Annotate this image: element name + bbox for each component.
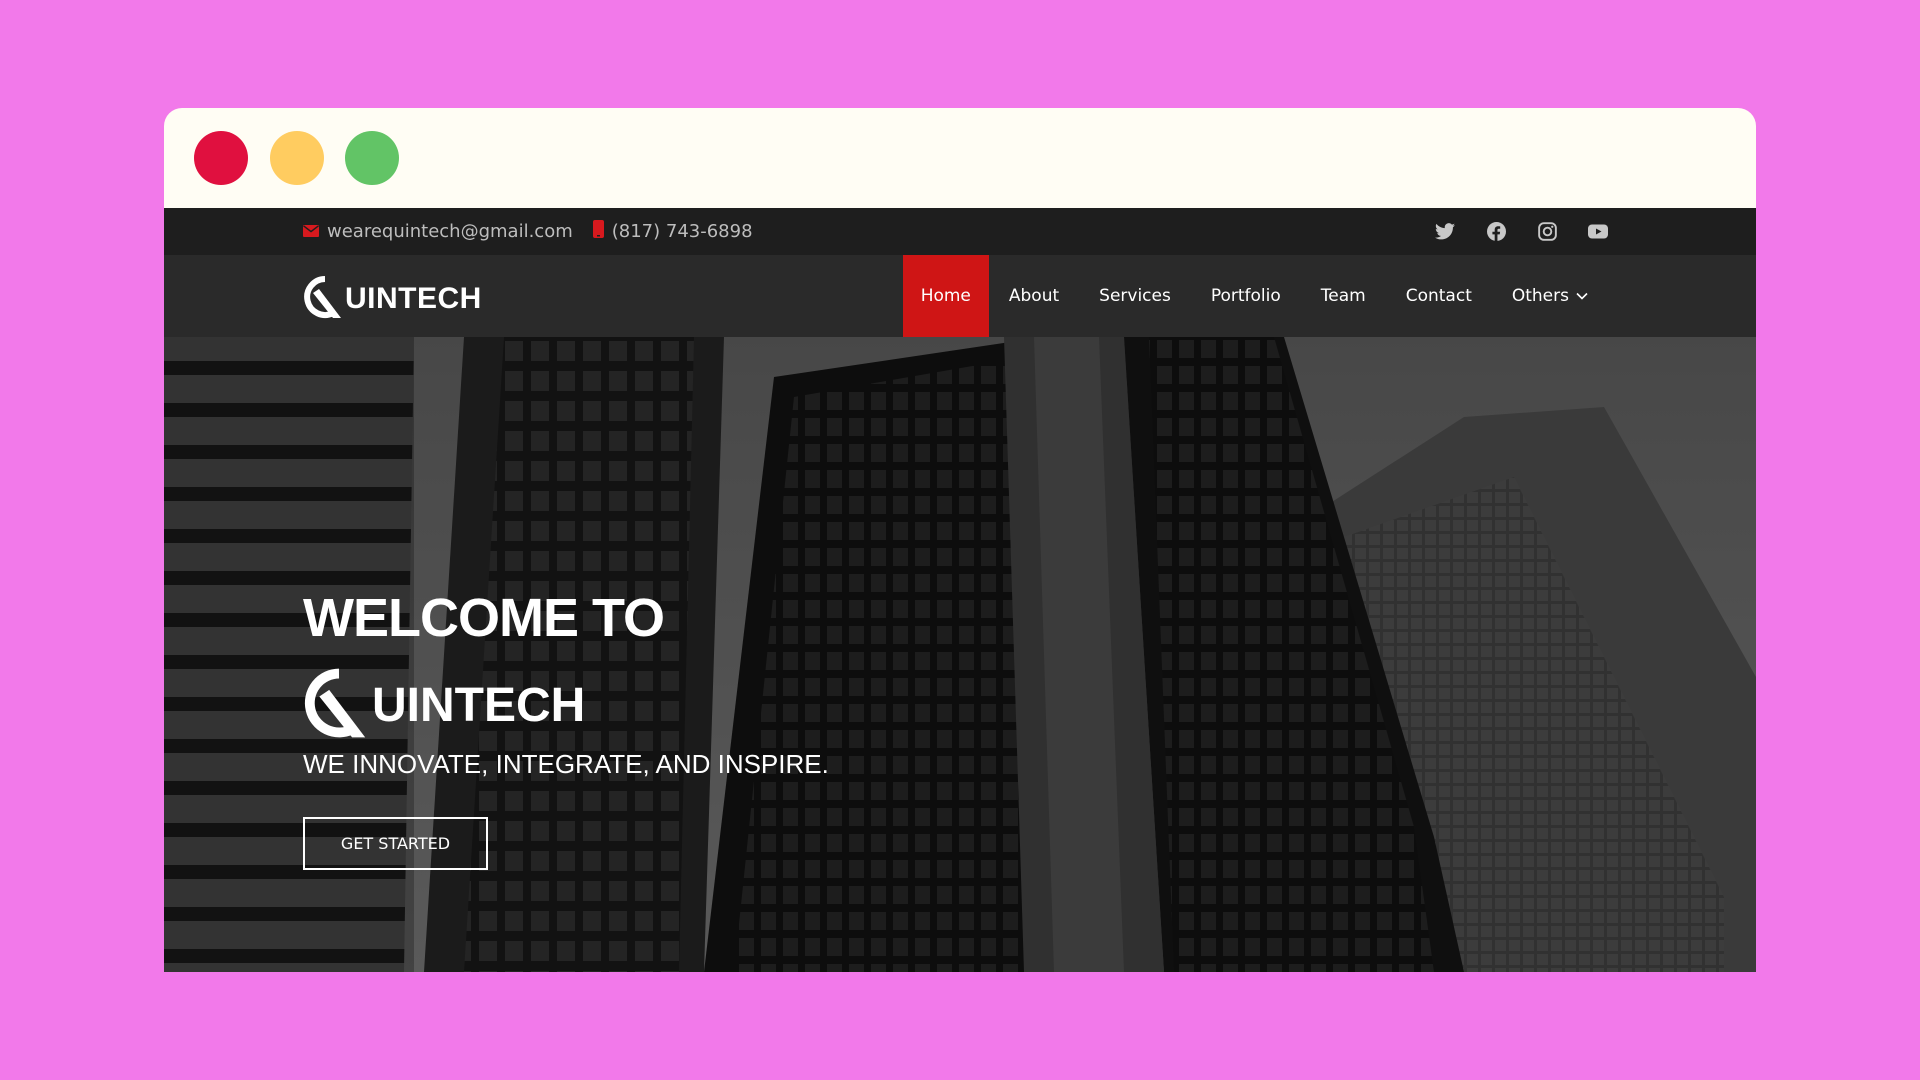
main-navbar: UINTECH Home About Services Portfolio Te… xyxy=(164,255,1756,337)
email-text: wearequintech@gmail.com xyxy=(327,221,573,242)
nav-item-others[interactable]: Others xyxy=(1492,255,1608,337)
instagram-icon[interactable] xyxy=(1537,222,1557,242)
hero-content: WELCOME TO UINTECH WE INNOVATE, INTEGRAT… xyxy=(303,587,829,870)
phone-text: (817) 743-6898 xyxy=(611,221,753,242)
top-contact-bar: wearequintech@gmail.com (817) 743-6898 xyxy=(164,208,1756,255)
minimize-window-button[interactable] xyxy=(270,131,324,185)
nav-item-team[interactable]: Team xyxy=(1301,255,1386,337)
email-link[interactable]: wearequintech@gmail.com xyxy=(303,221,573,242)
chevron-down-icon xyxy=(1576,292,1588,300)
nav-item-services[interactable]: Services xyxy=(1079,255,1191,337)
envelope-icon xyxy=(303,221,319,242)
window-titlebar xyxy=(164,108,1756,208)
q-logo-icon xyxy=(303,275,347,323)
nav-item-others-label: Others xyxy=(1511,286,1569,306)
contact-info: wearequintech@gmail.com (817) 743-6898 xyxy=(303,208,753,255)
phone-icon xyxy=(592,220,604,243)
nav-item-portfolio[interactable]: Portfolio xyxy=(1191,255,1301,337)
hero-title: WELCOME TO xyxy=(303,588,665,648)
nav-item-home[interactable]: Home xyxy=(902,255,989,337)
hero-section: WELCOME TO UINTECH WE INNOVATE, INTEGRAT… xyxy=(164,337,1756,972)
close-window-button[interactable] xyxy=(194,131,248,185)
logo-text: UINTECH xyxy=(345,282,482,315)
phone-link[interactable]: (817) 743-6898 xyxy=(592,220,753,243)
hero-logo: UINTECH xyxy=(303,667,829,743)
twitter-icon[interactable] xyxy=(1435,222,1455,242)
nav-menu: Home About Services Portfolio Team Conta… xyxy=(902,255,1608,337)
nav-item-contact[interactable]: Contact xyxy=(1386,255,1492,337)
hero-tagline: WE INNOVATE, INTEGRATE, AND INSPIRE. xyxy=(303,749,829,779)
get-started-button[interactable]: GET STARTED xyxy=(303,817,488,870)
q-logo-icon xyxy=(303,667,375,743)
social-links xyxy=(1435,208,1608,255)
youtube-icon[interactable] xyxy=(1588,222,1608,242)
nav-item-about[interactable]: About xyxy=(989,255,1079,337)
hero-logo-text: UINTECH xyxy=(372,678,586,732)
maximize-window-button[interactable] xyxy=(345,131,399,185)
browser-window: wearequintech@gmail.com (817) 743-6898 U… xyxy=(164,108,1756,972)
facebook-icon[interactable] xyxy=(1486,222,1506,242)
site-logo[interactable]: UINTECH xyxy=(303,275,482,323)
